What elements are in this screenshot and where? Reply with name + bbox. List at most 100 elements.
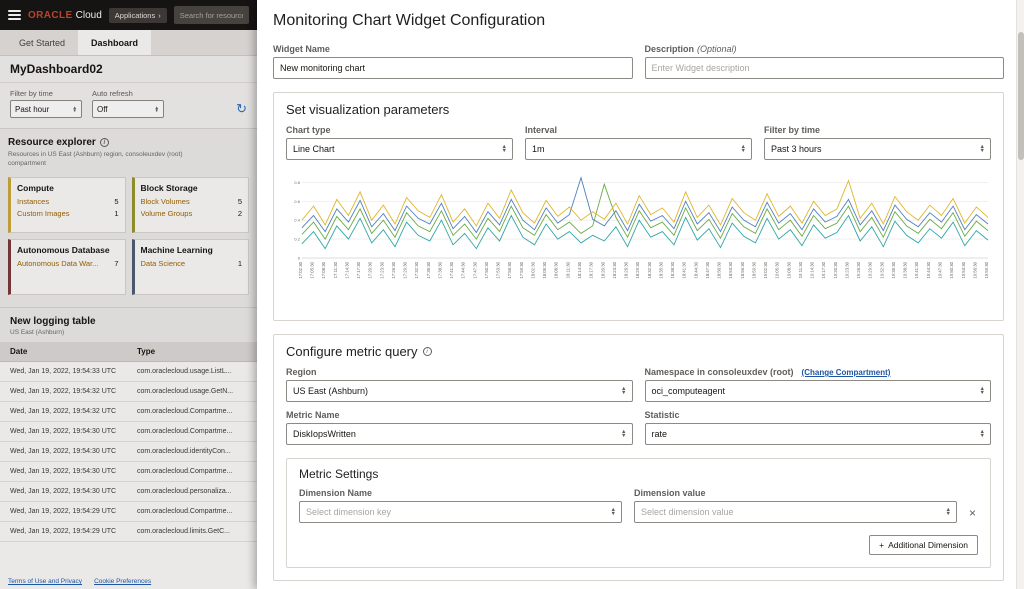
refresh-icon[interactable]: ↻ xyxy=(236,101,247,117)
svg-text:19:53:30: 19:53:30 xyxy=(961,261,966,278)
info-icon[interactable]: i xyxy=(422,347,432,356)
svg-text:18:32:30: 18:32:30 xyxy=(647,261,652,278)
resource-explorer-panel: Resource explorer i Resources in US East… xyxy=(0,128,257,307)
description-input[interactable] xyxy=(644,57,1004,79)
namespace-value: oci_computeagent xyxy=(651,386,726,396)
table-cell: com.oraclecloud.personaliza... xyxy=(127,481,257,502)
resource-count: 5 xyxy=(237,196,242,206)
additional-dimension-button[interactable]: + Additional Dimension xyxy=(869,535,978,555)
search-input[interactable] xyxy=(173,10,249,20)
statistic-value: rate xyxy=(651,429,668,439)
oracle-cloud-logo[interactable]: ORACLE Cloud xyxy=(28,10,102,21)
resource-link[interactable]: Custom Images xyxy=(17,209,70,218)
svg-text:18:26:30: 18:26:30 xyxy=(624,261,629,278)
table-row[interactable]: Wed, Jan 19, 2022, 19:54:30 UTC com.oracl… xyxy=(0,421,257,442)
table-row[interactable]: Wed, Jan 19, 2022, 19:54:29 UTC com.oracl… xyxy=(0,501,257,522)
namespace-select[interactable]: oci_computeagent xyxy=(644,380,991,402)
svg-text:19:23:30: 19:23:30 xyxy=(844,261,849,278)
dimension-name-select[interactable]: Select dimension key xyxy=(299,501,622,523)
resource-card-row: Block Volumes 5 xyxy=(141,197,243,206)
table-row[interactable]: Wed, Jan 19, 2022, 19:54:30 UTC com.oracl… xyxy=(0,481,257,502)
terms-link[interactable]: Terms of Use and Privacy xyxy=(8,578,82,585)
resource-card: Block Storage Block Volumes 5 Volume Groups… xyxy=(131,176,249,233)
svg-text:17:53:30: 17:53:30 xyxy=(496,261,501,278)
namespace-label-row: Namespace in consoleuxdev (root) (Change… xyxy=(645,367,992,377)
metric-settings-box: Metric Settings Dimension Name Select di… xyxy=(286,458,991,568)
column-header-date[interactable]: Date xyxy=(0,341,127,362)
auto-refresh-select[interactable]: Off xyxy=(92,100,164,118)
tab-get-started[interactable]: Get Started xyxy=(6,30,78,55)
scrollbar-thumb[interactable] xyxy=(1018,32,1024,160)
select-arrows-icon xyxy=(155,106,159,113)
metric-query-section: Configure metric query i Region US East … xyxy=(273,334,1004,581)
svg-text:19:41:30: 19:41:30 xyxy=(914,261,919,278)
table-row[interactable]: Wed, Jan 19, 2022, 19:54:29 UTC com.oracl… xyxy=(0,521,257,542)
select-arrows-icon xyxy=(502,145,507,153)
table-row[interactable]: Wed, Jan 19, 2022, 19:54:30 UTC com.oracl… xyxy=(0,461,257,482)
resource-link[interactable]: Autonomous Data War... xyxy=(17,259,98,268)
global-search[interactable] xyxy=(173,6,249,24)
additional-dimension-label: Additional Dimension xyxy=(888,540,968,550)
resource-card-row: Custom Images 1 xyxy=(17,209,119,218)
change-compartment-link[interactable]: (Change Compartment) xyxy=(802,368,891,377)
dimension-value-select[interactable]: Select dimension value xyxy=(634,501,957,523)
resource-link[interactable]: Instances xyxy=(17,197,49,206)
console-background: ORACLE Cloud Applications › Get Started … xyxy=(0,0,257,589)
info-icon[interactable]: i xyxy=(99,138,109,147)
table-row[interactable]: Wed, Jan 19, 2022, 19:54:33 UTC com.oracl… xyxy=(0,361,257,382)
logging-table: Date Type Wed, Jan 19, 2022, 19:54:33 UT… xyxy=(0,341,257,542)
cookie-preferences-link[interactable]: Cookie Preferences xyxy=(94,578,151,585)
table-row[interactable]: Wed, Jan 19, 2022, 19:54:30 UTC com.oracl… xyxy=(0,441,257,462)
chart-type-select[interactable]: Line Chart xyxy=(286,138,513,160)
table-cell: Wed, Jan 19, 2022, 19:54:30 UTC xyxy=(0,441,127,462)
table-row[interactable]: Wed, Jan 19, 2022, 19:54:32 UTC com.oracl… xyxy=(0,381,257,402)
vertical-scrollbar[interactable] xyxy=(1016,0,1024,589)
statistic-select[interactable]: rate xyxy=(644,423,991,445)
resource-link[interactable]: Data Science xyxy=(141,259,186,268)
svg-text:18:11:30: 18:11:30 xyxy=(565,261,570,278)
table-cell: com.oraclecloud.Compartme... xyxy=(127,501,257,522)
hamburger-menu-icon[interactable] xyxy=(8,10,21,20)
widget-name-input[interactable] xyxy=(273,57,633,79)
svg-text:17:44:30: 17:44:30 xyxy=(461,261,466,278)
tab-dashboard[interactable]: Dashboard xyxy=(78,30,152,55)
svg-text:18:59:30: 18:59:30 xyxy=(751,261,756,278)
svg-text:17:17:30: 17:17:30 xyxy=(356,261,361,278)
svg-text:17:14:30: 17:14:30 xyxy=(344,261,349,278)
visualization-controls-row: Chart type Line Chart Interval 1m Filter… xyxy=(286,125,991,160)
svg-text:18:47:30: 18:47:30 xyxy=(705,261,710,278)
series-green xyxy=(301,182,989,240)
applications-button[interactable]: Applications › xyxy=(108,7,167,23)
table-row[interactable]: Wed, Jan 19, 2022, 19:54:32 UTC com.oracl… xyxy=(0,401,257,422)
resource-link[interactable]: Volume Groups xyxy=(141,209,193,218)
interval-select[interactable]: 1m xyxy=(525,138,752,160)
dimension-value-placeholder: Select dimension value xyxy=(641,507,734,517)
svg-text:17:05:30: 17:05:30 xyxy=(310,261,315,278)
console-footer: Terms of Use and Privacy Cookie Preferen… xyxy=(8,578,151,585)
filter-by-time-select[interactable]: Past hour xyxy=(10,100,82,118)
svg-text:18:35:30: 18:35:30 xyxy=(658,261,663,278)
svg-text:19:38:30: 19:38:30 xyxy=(903,261,908,278)
region-field: Region US East (Ashburn) xyxy=(286,367,633,402)
svg-text:18:44:30: 18:44:30 xyxy=(693,261,698,278)
region-select[interactable]: US East (Ashburn) xyxy=(286,380,633,402)
filter-by-time-label: Filter by time xyxy=(10,89,53,98)
select-arrows-icon xyxy=(980,387,985,395)
svg-text:19:56:30: 19:56:30 xyxy=(972,261,977,278)
brand-oracle: ORACLE xyxy=(28,9,73,21)
resource-cards-grid: Compute Instances 5 Custom Images 1 Block Sto… xyxy=(8,176,249,295)
svg-text:17:11:30: 17:11:30 xyxy=(333,261,338,278)
resource-link[interactable]: Block Volumes xyxy=(141,197,190,206)
resource-count: 7 xyxy=(114,258,119,268)
remove-dimension-icon[interactable]: × xyxy=(969,506,978,523)
table-cell: Wed, Jan 19, 2022, 19:54:30 UTC xyxy=(0,481,127,502)
column-header-type[interactable]: Type xyxy=(127,341,257,362)
filter-by-time-select[interactable]: Past 3 hours xyxy=(764,138,991,160)
metric-name-select[interactable]: DiskIopsWritten xyxy=(286,423,633,445)
chart-type-value: Line Chart xyxy=(293,144,335,154)
svg-text:18:14:30: 18:14:30 xyxy=(577,261,582,278)
svg-text:19:44:30: 19:44:30 xyxy=(926,261,931,278)
auto-refresh-label: Auto refresh xyxy=(92,89,133,98)
table-cell: com.oraclecloud.usage.GetN... xyxy=(127,381,257,402)
svg-text:19:50:30: 19:50:30 xyxy=(949,261,954,278)
